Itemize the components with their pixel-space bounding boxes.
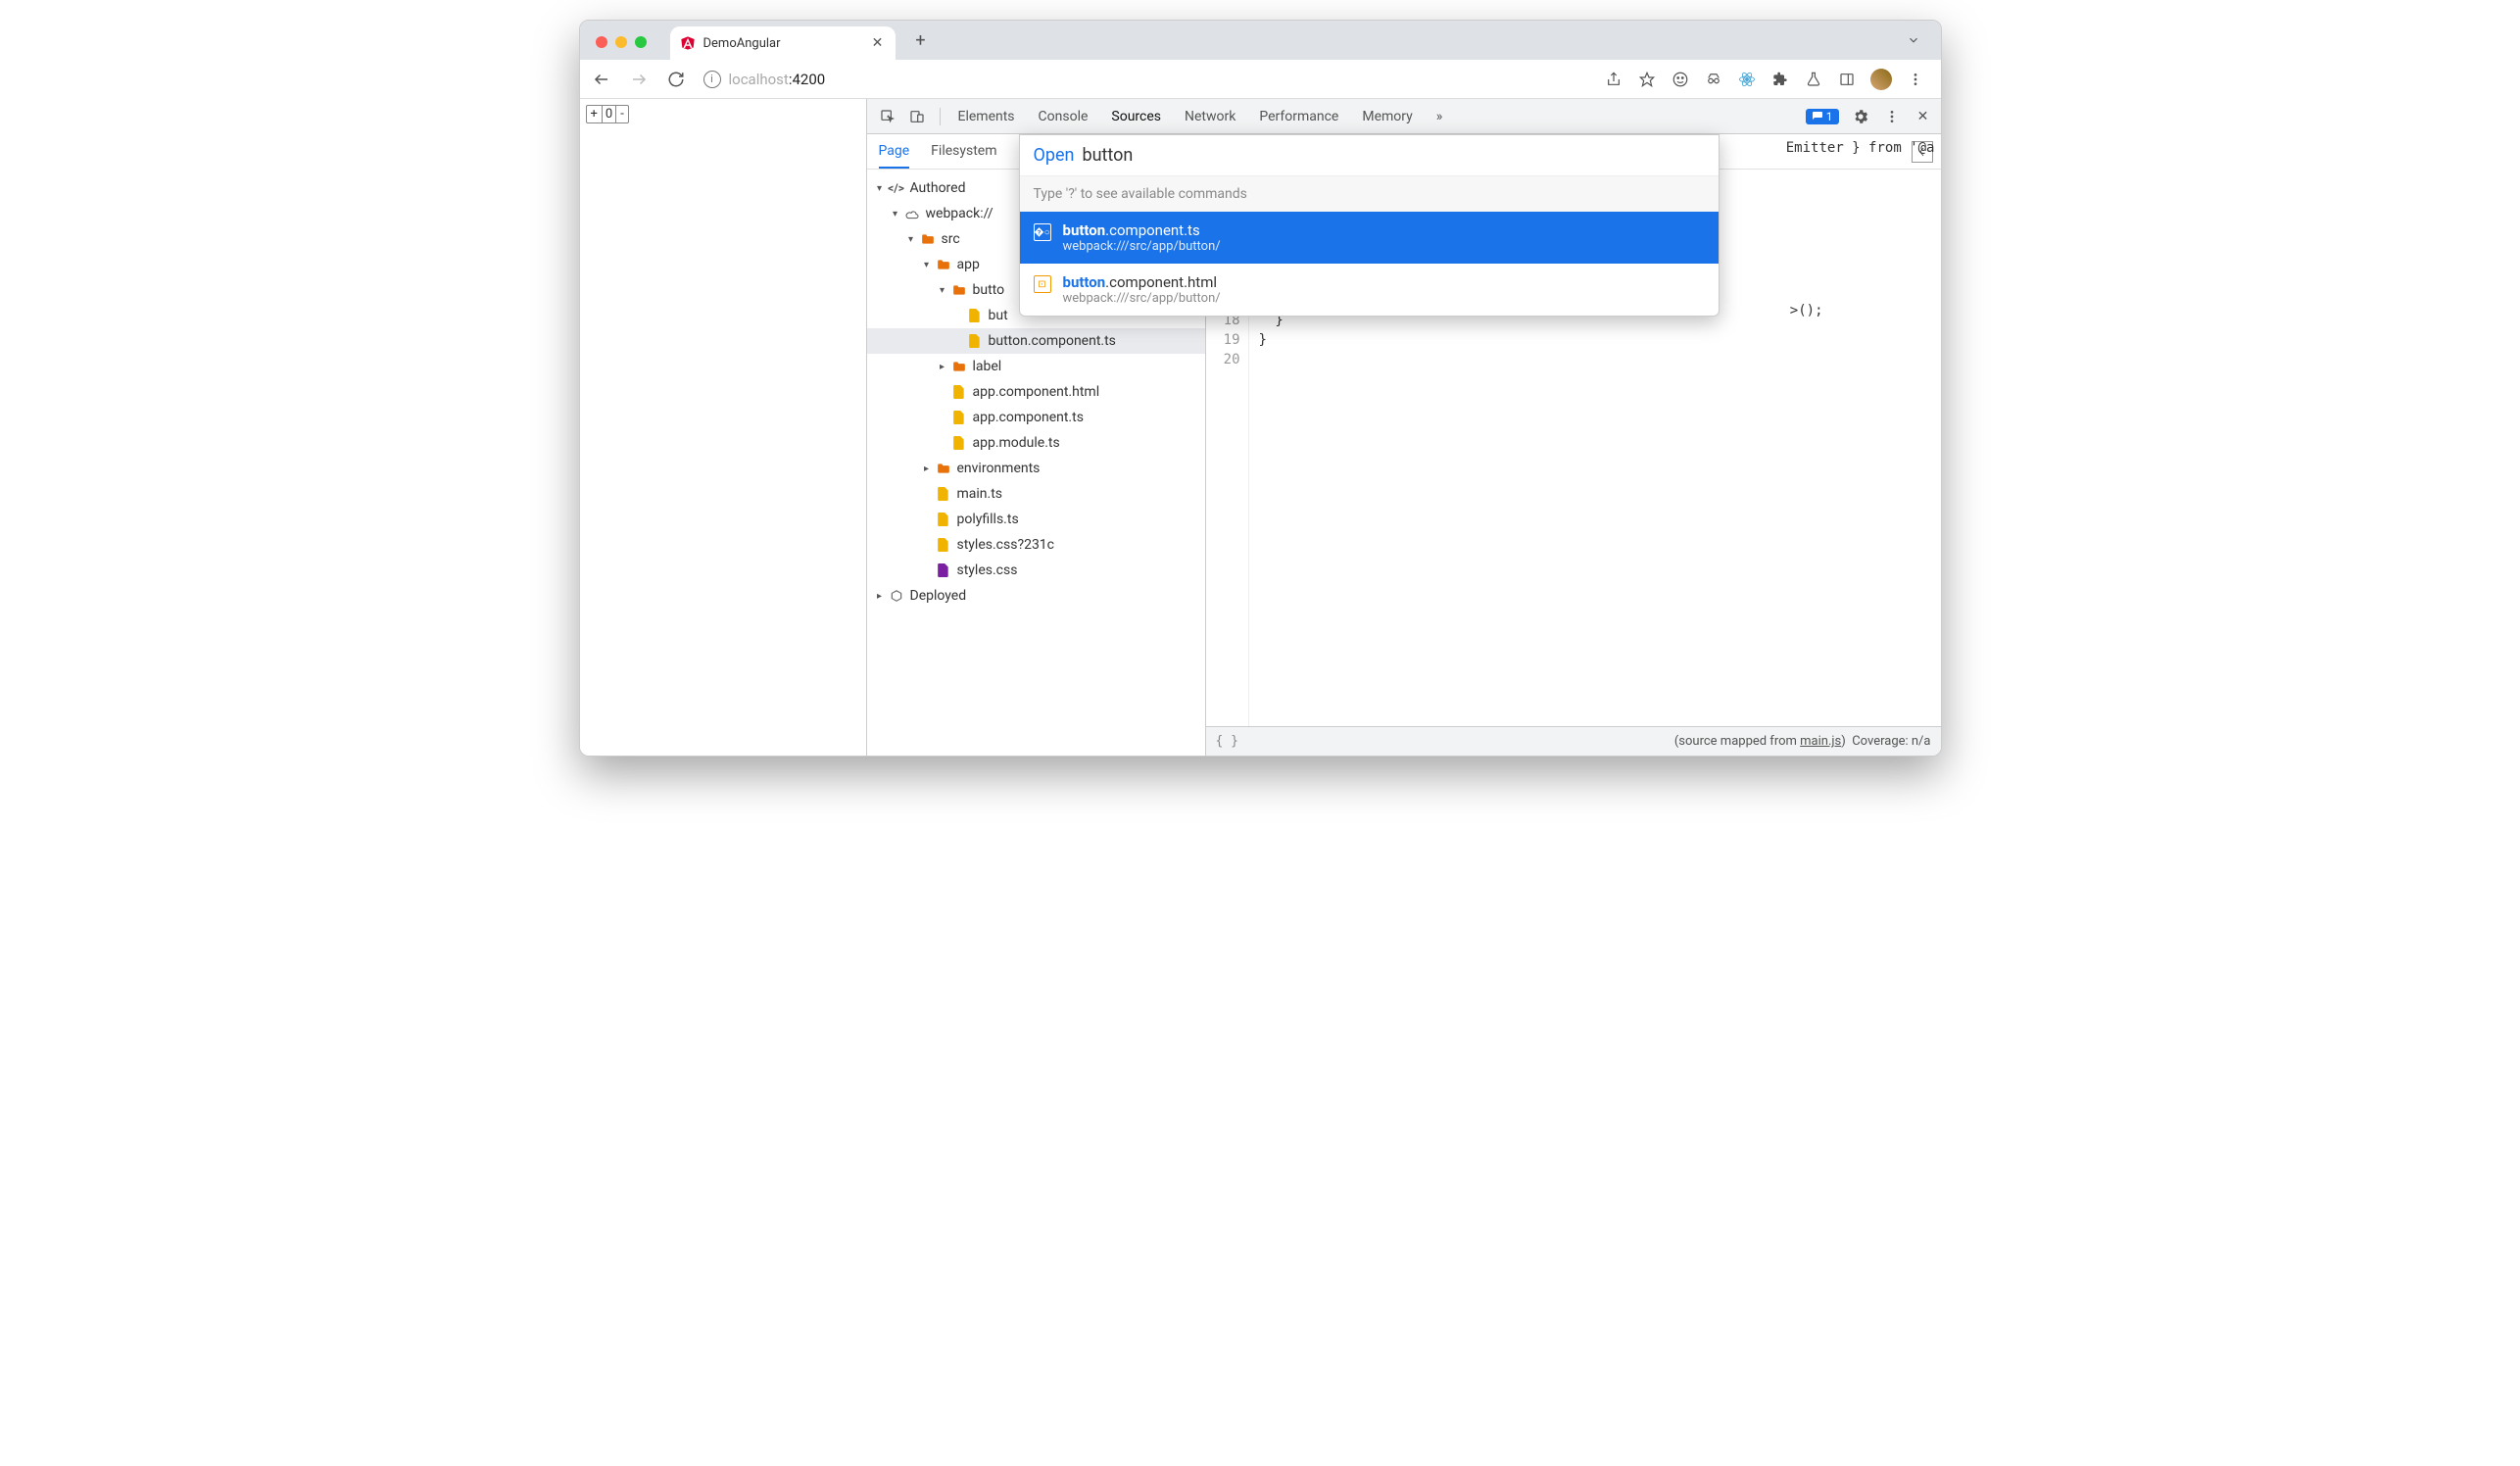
devtools-tabs: Elements Console Sources Network Perform…: [958, 109, 1443, 124]
extensions-puzzle-icon[interactable]: [1770, 70, 1790, 89]
tab-memory[interactable]: Memory: [1362, 109, 1412, 124]
reload-button[interactable]: [662, 66, 690, 93]
file-icon: [936, 512, 951, 527]
code-icon: </>: [889, 180, 904, 196]
file-icon: [936, 486, 951, 502]
toggle-debugger-icon[interactable]: [1912, 141, 1933, 163]
counter-value: 0: [602, 106, 616, 122]
extension-panel-icon[interactable]: [1837, 70, 1857, 89]
window-close-button[interactable]: [596, 36, 607, 48]
browser-tab[interactable]: DemoAngular ✕: [670, 26, 896, 60]
editor-footer: { } (source mapped from main.js) Coverag…: [1206, 726, 1941, 756]
file-badge-icon: �○: [1034, 223, 1051, 241]
tree-button-file2[interactable]: button.component.ts: [867, 328, 1205, 354]
tab-title: DemoAngular: [703, 36, 870, 51]
issues-badge[interactable]: 1: [1806, 109, 1839, 124]
url-text: localhost:4200: [729, 71, 826, 88]
mainjs-link[interactable]: main.js: [1800, 734, 1841, 749]
pretty-print-icon[interactable]: { }: [1216, 734, 1238, 749]
extension-react-icon[interactable]: [1737, 70, 1757, 89]
page-viewport: + 0 -: [580, 99, 867, 756]
open-query: button: [1082, 145, 1133, 166]
device-toolbar-icon[interactable]: [904, 104, 930, 129]
file-icon: [967, 333, 983, 349]
extension-incognito-icon[interactable]: [1704, 70, 1723, 89]
devtools-more-icon[interactable]: [1882, 107, 1902, 126]
cube-icon: [889, 588, 904, 604]
devtools-top-bar: Elements Console Sources Network Perform…: [867, 99, 1941, 134]
tree-styles[interactable]: styles.css: [867, 558, 1205, 583]
sidebar-tab-filesystem[interactable]: Filesystem: [931, 143, 996, 169]
open-dialog-hint: Type '?' to see available commands: [1020, 176, 1719, 212]
content-row: + 0 - Elements Console Sources Network P…: [580, 99, 1941, 756]
forward-button[interactable]: [625, 66, 653, 93]
tree-app-ts[interactable]: app.component.ts: [867, 405, 1205, 430]
cloud-icon: [904, 206, 920, 221]
window-zoom-button[interactable]: [635, 36, 647, 48]
counter-minus[interactable]: -: [616, 106, 628, 122]
bookmark-star-icon[interactable]: [1637, 70, 1657, 89]
devtools-close-icon[interactable]: ✕: [1914, 107, 1933, 126]
extension-face-icon[interactable]: [1671, 70, 1690, 89]
source-mapped-text: (source mapped from main.js) Coverage: n…: [1674, 734, 1931, 749]
profile-avatar[interactable]: [1870, 69, 1892, 90]
open-label: Open: [1034, 145, 1075, 166]
counter-widget: + 0 -: [586, 105, 629, 123]
inspect-element-icon[interactable]: [875, 104, 900, 129]
tree-main-ts[interactable]: main.ts: [867, 481, 1205, 507]
tree-polyfills[interactable]: polyfills.ts: [867, 507, 1205, 532]
new-tab-button[interactable]: +: [909, 28, 933, 52]
extension-flask-icon[interactable]: [1804, 70, 1823, 89]
angular-icon: [680, 35, 696, 51]
file-icon: [936, 537, 951, 553]
url-area[interactable]: i localhost:4200: [700, 71, 830, 88]
folder-icon: [920, 231, 936, 247]
sidebar-tab-page[interactable]: Page: [879, 143, 910, 169]
browser-window: DemoAngular ✕ + i localhost:4200: [579, 20, 1942, 757]
chrome-menu-icon[interactable]: [1906, 70, 1925, 89]
tree-environments[interactable]: ▸environments: [867, 456, 1205, 481]
folder-icon: [951, 282, 967, 298]
tree-app-module[interactable]: app.module.ts: [867, 430, 1205, 456]
address-bar: i localhost:4200: [580, 60, 1941, 99]
file-icon: [936, 562, 951, 578]
back-button[interactable]: [588, 66, 615, 93]
file-icon: [951, 384, 967, 400]
tab-close-icon[interactable]: ✕: [870, 35, 886, 51]
tab-console[interactable]: Console: [1039, 109, 1089, 124]
share-icon[interactable]: [1604, 70, 1623, 89]
toolbar-icons: [1604, 69, 1933, 90]
open-result-1[interactable]: ⊡ button.component.html webpack:///src/a…: [1020, 264, 1719, 316]
open-dialog-header[interactable]: Open button: [1020, 135, 1719, 176]
tab-elements[interactable]: Elements: [958, 109, 1015, 124]
tree-label-dir[interactable]: ▸label: [867, 354, 1205, 379]
file-badge-icon: ⊡: [1034, 275, 1051, 293]
tree-deployed[interactable]: ▸Deployed: [867, 583, 1205, 609]
devtools-panel: Elements Console Sources Network Perform…: [867, 99, 1941, 756]
tree-app-html[interactable]: app.component.html: [867, 379, 1205, 405]
tree-styles-q[interactable]: styles.css?231c: [867, 532, 1205, 558]
tabs-overflow[interactable]: »: [1436, 109, 1443, 124]
open-result-0[interactable]: �○ button.component.ts webpack:///src/ap…: [1020, 212, 1719, 264]
tab-network[interactable]: Network: [1185, 109, 1236, 124]
tab-performance[interactable]: Performance: [1259, 109, 1338, 124]
window-minimize-button[interactable]: [615, 36, 627, 48]
folder-icon: [936, 461, 951, 476]
folder-icon: [936, 257, 951, 272]
issues-count: 1: [1826, 110, 1833, 123]
file-icon: [951, 435, 967, 451]
counter-plus[interactable]: +: [587, 106, 602, 122]
file-icon: [967, 308, 983, 323]
devtools-settings-icon[interactable]: [1851, 107, 1870, 126]
file-icon: [951, 410, 967, 425]
tab-strip: DemoAngular ✕ +: [580, 21, 1941, 60]
folder-icon: [951, 359, 967, 374]
tab-sources[interactable]: Sources: [1111, 109, 1161, 124]
open-file-dialog: Open button Type '?' to see available co…: [1019, 134, 1720, 317]
site-info-icon[interactable]: i: [703, 71, 721, 88]
tabs-overflow-button[interactable]: [1902, 28, 1925, 52]
traffic-lights: [596, 36, 647, 48]
